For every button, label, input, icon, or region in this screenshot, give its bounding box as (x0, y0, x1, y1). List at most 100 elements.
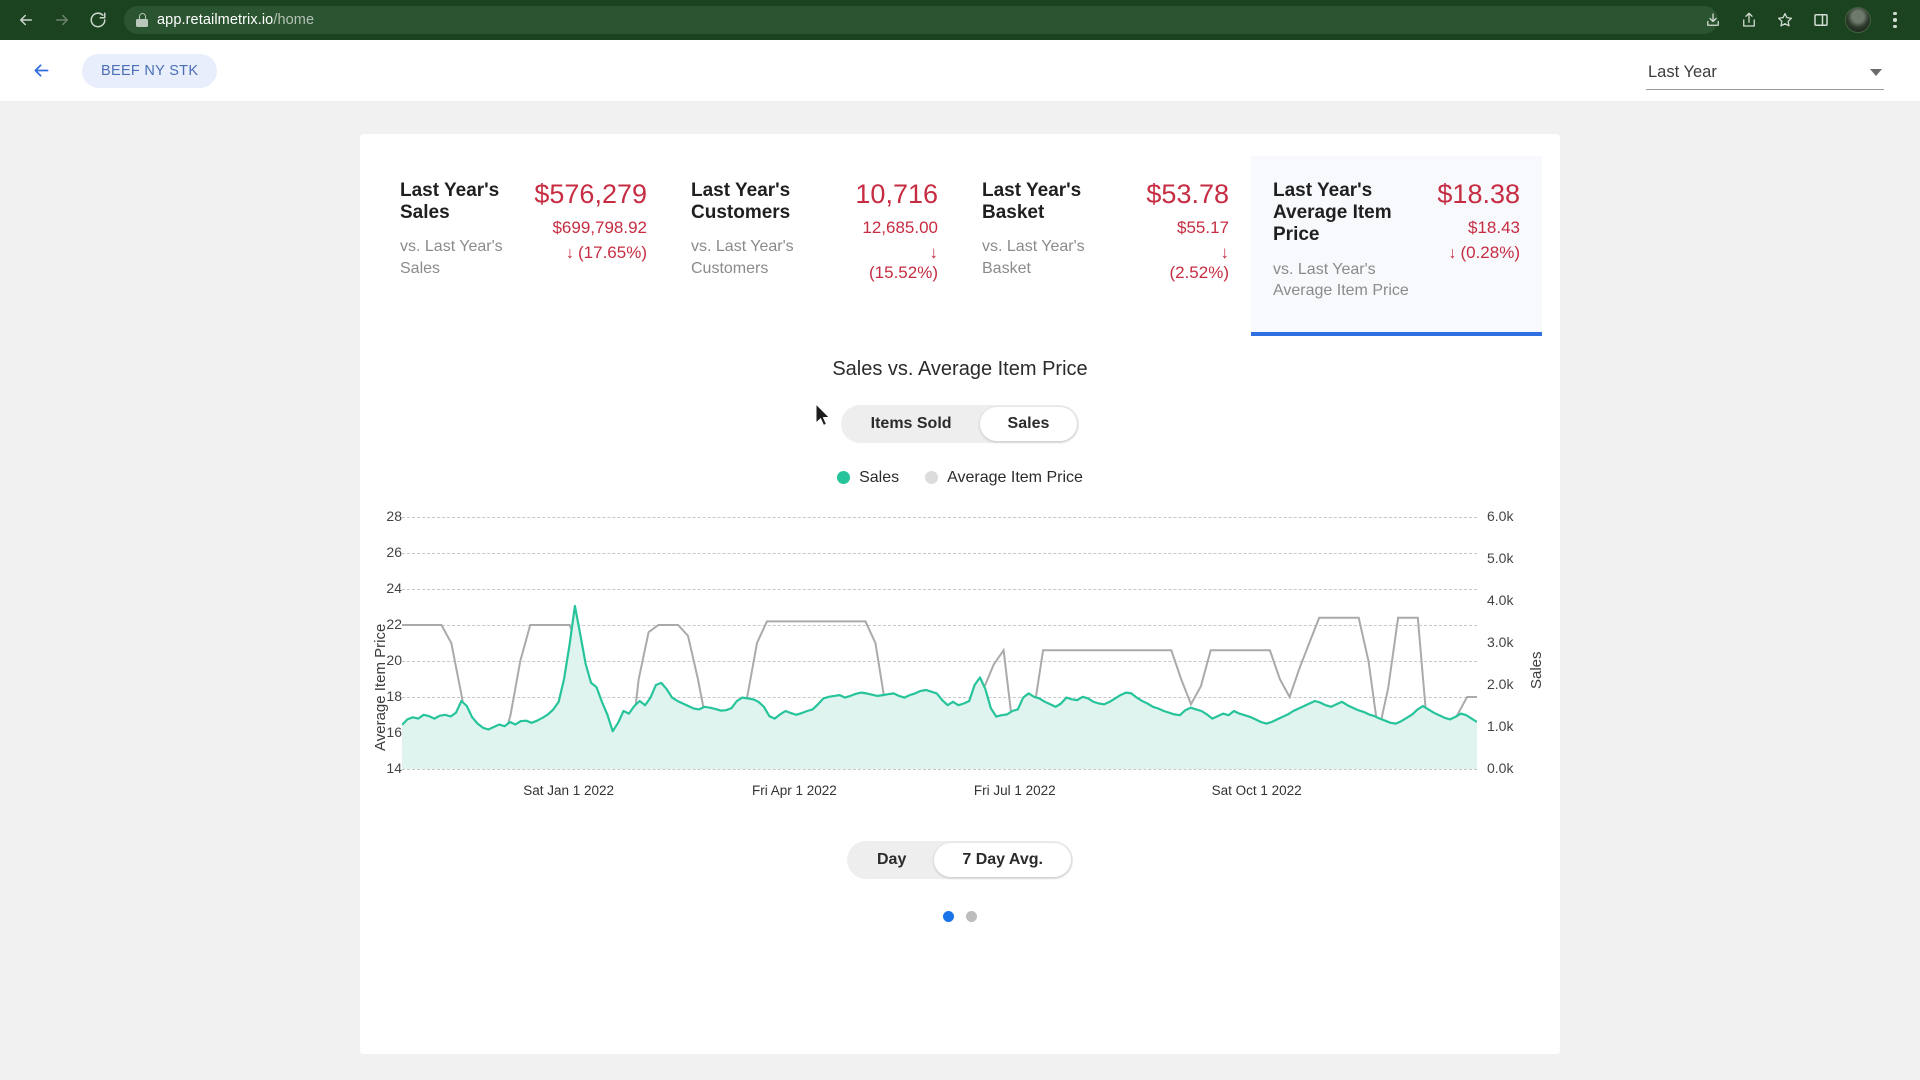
share-icon[interactable] (1732, 3, 1766, 37)
gridline (402, 768, 1477, 770)
series-area-sales (402, 605, 1477, 769)
y-axis-right-tick: 3.0k (1487, 633, 1514, 650)
kpi-previous-value: 12,685.00 (862, 218, 938, 238)
product-chip-label: BEEF NY STK (101, 62, 199, 79)
star-icon[interactable] (1768, 3, 1802, 37)
kpi-delta: ↓ (0.28%) (1437, 243, 1520, 263)
page-body: Last Year's Sales vs. Last Year's Sales … (0, 102, 1920, 1080)
y-axis-left-tick: 18 (386, 687, 402, 704)
pagination-dot-2[interactable] (966, 910, 977, 922)
granularity-toggle: Day 7 Day Avg. (360, 840, 1560, 879)
three-dot-menu-icon[interactable] (1878, 3, 1912, 37)
kpi-card-sales[interactable]: Last Year's Sales vs. Last Year's Sales … (378, 156, 669, 336)
trend-down-icon: ↓ (1448, 245, 1457, 263)
kpi-card-basket[interactable]: Last Year's Basket vs. Last Year's Baske… (960, 156, 1251, 336)
chart-title: Sales vs. Average Item Price (832, 357, 1088, 380)
y-axis-left-tick: 20 (386, 651, 402, 668)
y-axis-left-tick: 14 (386, 759, 402, 776)
kpi-card-customers[interactable]: Last Year's Customers vs. Last Year's Cu… (669, 156, 960, 336)
y-axis-left-tick: 16 (386, 723, 402, 740)
legend-label-average-item-price: Average Item Price (947, 468, 1083, 486)
address-bar[interactable]: app.retailmetrix.io/home (124, 6, 1718, 34)
mouse-cursor (815, 402, 832, 433)
trend-down-icon: ↓ (929, 243, 939, 263)
y-axis-right-tick: 0.0k (1487, 759, 1514, 776)
kpi-subtitle: vs. Last Year's Customers (691, 238, 794, 278)
x-axis-tick: Sat Jan 1 2022 (523, 782, 615, 798)
period-select[interactable]: Last Year (1646, 63, 1884, 90)
y-axis-left-tick: 24 (386, 579, 402, 596)
browser-toolbar-actions (1696, 0, 1912, 40)
kpi-value: 10,716 (855, 179, 938, 209)
kpi-subtitle: vs. Last Year's Sales (400, 238, 503, 278)
pagination-dot-1[interactable] (943, 910, 954, 922)
legend-dot-average-item-price (925, 471, 939, 485)
y-axis-left-tick: 22 (386, 615, 402, 632)
carousel-pagination (360, 910, 1560, 922)
series-svg (402, 517, 1477, 769)
kpi-title: Last Year's Sales (400, 180, 500, 224)
app-back-button[interactable] (26, 56, 56, 86)
kpi-delta-value: (0.28%) (1460, 243, 1520, 263)
kpi-delta: ↓ (2.52%) (1146, 243, 1229, 283)
y-axis-left-tick: 28 (386, 507, 402, 524)
metric-toggle-sales[interactable]: Sales (979, 406, 1078, 441)
avatar[interactable] (1845, 7, 1871, 33)
kpi-delta-value: (2.52%) (1169, 263, 1229, 283)
kpi-previous-value: $699,798.92 (552, 218, 647, 238)
x-axis-tick: Sat Oct 1 2022 (1211, 782, 1302, 798)
y-axis-right-title: Sales (1528, 651, 1545, 689)
period-select-value: Last Year (1648, 63, 1717, 81)
trend-down-icon: ↓ (1220, 243, 1230, 263)
y-axis-right-tick: 2.0k (1487, 675, 1514, 692)
kpi-previous-value: $18.43 (1468, 218, 1520, 238)
kpi-card-average-item-price[interactable]: Last Year's Average Item Price vs. Last … (1251, 156, 1542, 336)
kpi-title: Last Year's Average Item Price (1273, 180, 1392, 246)
y-axis-right-tick: 5.0k (1487, 549, 1514, 566)
kpi-value: $18.38 (1437, 179, 1520, 209)
dashboard-panel: Last Year's Sales vs. Last Year's Sales … (360, 134, 1560, 1054)
kpi-delta: ↓ (15.52%) (855, 243, 938, 283)
kpi-subtitle: vs. Last Year's Average Item Price (1273, 260, 1409, 300)
y-axis-left-tick: 26 (386, 543, 402, 560)
metric-toggle: Items Sold Sales (360, 404, 1560, 443)
kpi-value: $576,279 (534, 179, 647, 209)
legend-dot-sales (837, 471, 851, 485)
granularity-toggle-day[interactable]: Day (849, 843, 934, 877)
browser-toolbar: app.retailmetrix.io/home (0, 0, 1920, 40)
x-axis-tick: Fri Jul 1 2022 (973, 782, 1056, 798)
legend-item-average-item-price[interactable]: Average Item Price (925, 469, 1083, 487)
kpi-delta-value: (17.65%) (578, 243, 647, 263)
arrow-right-icon (56, 14, 68, 26)
side-panel-icon[interactable] (1804, 3, 1838, 37)
y-axis-right-tick: 6.0k (1487, 507, 1514, 524)
chart-canvas: Average Item Price Sales 14 16 18 20 22 24 26 2… (360, 507, 1560, 811)
browser-forward-button[interactable] (46, 4, 78, 36)
kpi-row: Last Year's Sales vs. Last Year's Sales … (360, 156, 1560, 336)
granularity-toggle-7-day-avg[interactable]: 7 Day Avg. (934, 842, 1071, 877)
x-axis-tick: Fri Apr 1 2022 (751, 782, 837, 798)
arrow-left-icon (34, 64, 48, 77)
kpi-subtitle: vs. Last Year's Basket (982, 238, 1085, 278)
kpi-value: $53.78 (1146, 179, 1229, 209)
download-icon[interactable] (1696, 3, 1730, 37)
arrow-left-icon (20, 14, 32, 26)
app-header: BEEF NY STK Last Year (0, 40, 1920, 102)
metric-toggle-items-sold[interactable]: Items Sold (843, 407, 980, 441)
kpi-title: Last Year's Basket (982, 180, 1082, 224)
browser-reload-button[interactable] (82, 4, 114, 36)
kpi-delta: ↓ (17.65%) (534, 243, 647, 263)
legend-label-sales: Sales (859, 468, 900, 486)
y-axis-right-tick: 4.0k (1487, 591, 1514, 608)
browser-back-button[interactable] (10, 4, 42, 36)
lock-icon (136, 13, 148, 27)
kpi-title: Last Year's Customers (691, 180, 791, 224)
chevron-down-icon (1870, 69, 1882, 76)
reload-icon (90, 12, 106, 28)
chart-legend: Sales Average Item Price (360, 469, 1560, 487)
legend-item-sales[interactable]: Sales (837, 469, 899, 487)
y-axis-right-tick: 1.0k (1487, 717, 1514, 734)
url-text: app.retailmetrix.io/home (157, 12, 315, 28)
trend-down-icon: ↓ (566, 245, 575, 263)
product-chip[interactable]: BEEF NY STK (82, 53, 218, 88)
